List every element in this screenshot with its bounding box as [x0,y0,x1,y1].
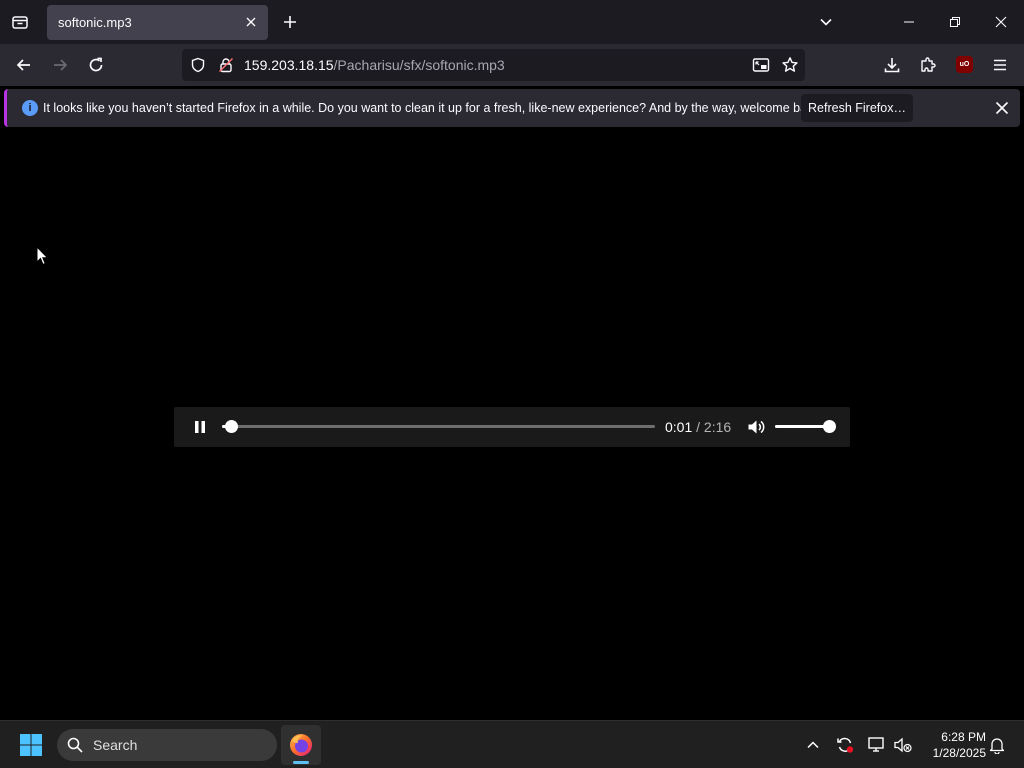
bookmark-star-icon[interactable] [780,55,800,75]
audio-player: 0:01 / 2:16 [174,407,850,447]
url-bar[interactable]: 159.203.18.15/Pacharisu/sfx/softonic.mp3 [182,49,805,81]
seek-thumb[interactable] [224,420,238,433]
minimize-icon[interactable] [893,6,925,38]
time-display: 0:01 / 2:16 [665,419,731,435]
info-icon: i [22,100,38,116]
tab-bar: softonic.mp3 [0,0,1024,44]
forward-icon[interactable] [46,51,74,79]
duration: 2:16 [703,419,732,435]
active-tab[interactable]: softonic.mp3 [47,5,268,40]
clock-date: 1/28/2025 [932,746,986,760]
url-host: 159.203.18.15 [244,57,334,73]
notification-message: It looks like you haven’t started Firefo… [43,101,824,115]
media-document: 0:01 / 2:16 [0,131,1024,720]
taskbar-firefox-app[interactable] [281,725,321,765]
duration-separator: / [692,419,704,435]
show-hidden-icons-chevron-icon[interactable] [802,734,824,756]
firefox-icon [290,734,312,756]
windows-update-icon[interactable] [834,734,856,756]
tab-list-icon[interactable] [8,10,32,34]
network-icon[interactable] [866,734,888,756]
url-path: /Pacharisu/sfx/softonic.mp3 [333,57,505,73]
tracking-protection-shield-icon[interactable] [188,55,208,75]
tab-close-icon[interactable] [242,13,260,31]
downloads-icon[interactable] [878,51,906,79]
url-text[interactable]: 159.203.18.15/Pacharisu/sfx/softonic.mp3 [244,57,505,73]
close-notification-icon[interactable] [991,97,1013,119]
taskbar-search-box[interactable]: Search [57,729,277,761]
volume-slider[interactable] [775,420,836,433]
insecure-lock-icon[interactable] [216,55,236,75]
mouse-cursor-icon [36,246,49,266]
extensions-puzzle-icon[interactable] [914,51,942,79]
seek-slider[interactable] [222,420,655,433]
windows-start-icon[interactable] [16,731,46,759]
pause-button[interactable] [190,417,210,437]
volume-icon[interactable] [746,417,766,437]
reload-icon[interactable] [82,51,110,79]
volume-level [775,425,829,428]
picture-in-picture-icon[interactable] [751,55,771,75]
restore-icon[interactable] [939,6,971,38]
app-menu-icon[interactable] [986,51,1014,79]
volume-thumb[interactable] [823,420,836,433]
volume-muted-icon[interactable] [892,734,914,756]
refresh-firefox-notification: i It looks like you haven’t started Fire… [4,89,1020,127]
clock-time: 6:28 PM [941,730,986,744]
notifications-bell-icon[interactable] [986,734,1008,756]
search-icon [67,737,83,753]
close-window-icon[interactable] [985,6,1017,38]
nav-bar: 159.203.18.15/Pacharisu/sfx/softonic.mp3… [0,44,1024,86]
tab-title: softonic.mp3 [58,15,132,30]
system-clock[interactable]: 6:28 PM 1/28/2025 [920,729,986,761]
list-all-tabs-icon[interactable] [814,10,838,34]
windows-taskbar: Search 6:28 PM 1/28/2025 [0,720,1024,768]
refresh-firefox-button[interactable]: Refresh Firefox… [801,94,913,122]
back-icon[interactable] [10,51,38,79]
running-app-indicator [293,761,309,764]
search-label: Search [93,737,138,753]
new-tab-icon[interactable] [278,10,302,34]
current-time: 0:01 [665,419,693,435]
ublock-origin-icon[interactable]: uO [956,56,973,73]
